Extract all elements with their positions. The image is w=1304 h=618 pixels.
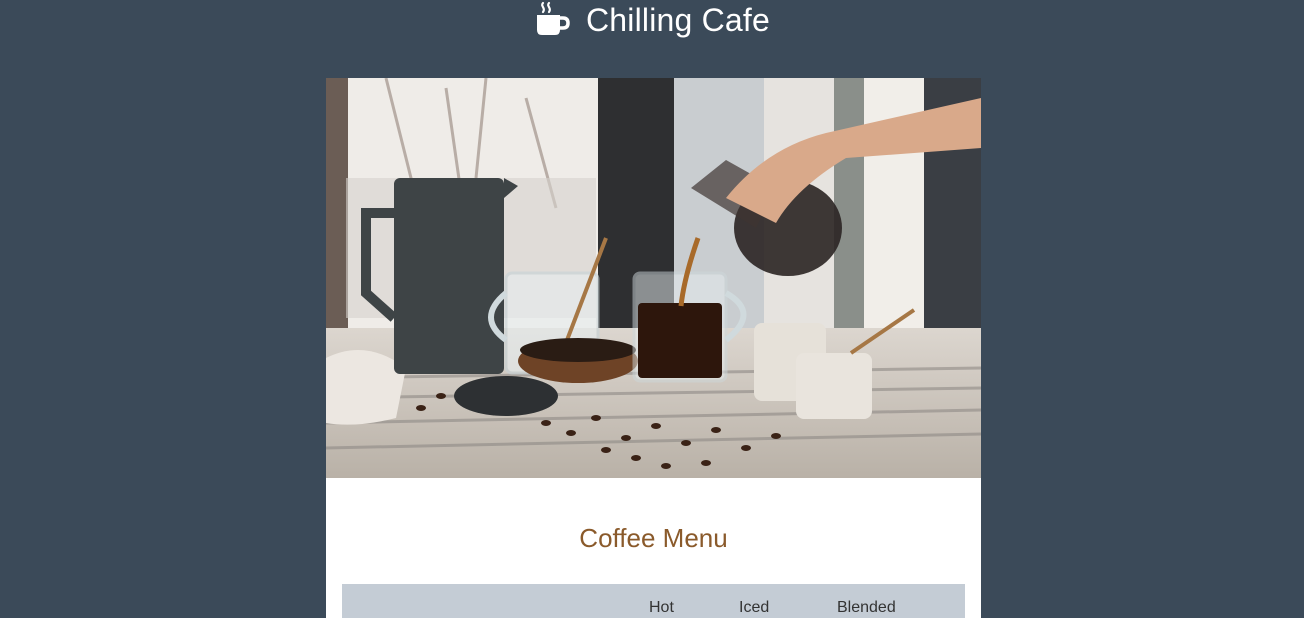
menu-title: Coffee Menu (579, 523, 728, 553)
column-header-hot: Hot (649, 599, 674, 616)
menu-card: Coffee Menu Hot Iced Blended (326, 78, 981, 618)
column-header-blended: Blended (837, 599, 896, 616)
site-title: Chilling Cafe (585, 2, 771, 38)
column-header-iced: Iced (739, 599, 770, 616)
site-header: Chilling Cafe (0, 0, 1304, 40)
coffee-cup-icon (536, 1, 570, 35)
coffee-pouring-photo (326, 78, 981, 478)
menu-table-header: Hot Iced Blended (342, 584, 965, 618)
